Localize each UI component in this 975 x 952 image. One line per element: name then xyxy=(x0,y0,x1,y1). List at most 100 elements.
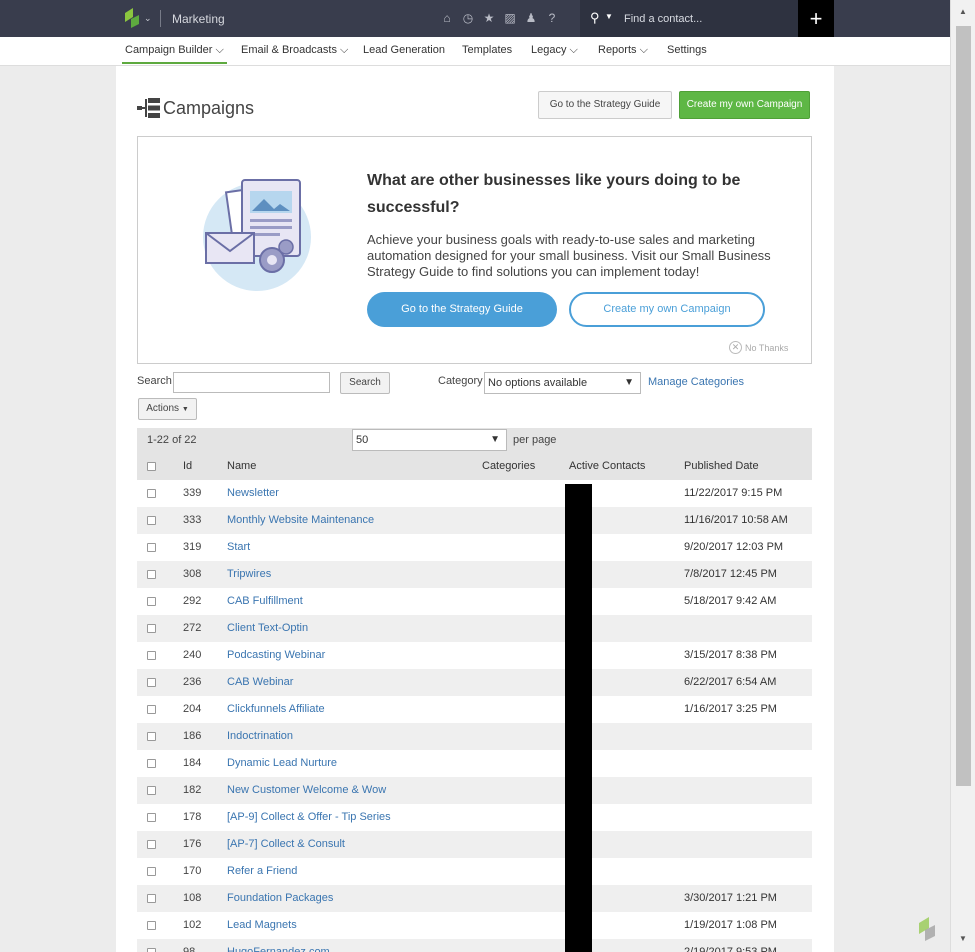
home-icon[interactable]: ⌂ xyxy=(439,11,455,25)
quick-add-button[interactable]: + xyxy=(798,0,834,37)
campaign-name-link[interactable]: Foundation Packages xyxy=(227,892,333,904)
campaign-search-input[interactable] xyxy=(173,372,330,393)
row-id: 178 xyxy=(183,811,202,823)
campaign-name-link[interactable]: HugoFernandez.com xyxy=(227,946,330,952)
campaign-name-link[interactable]: Clickfunnels Affiliate xyxy=(227,703,325,715)
row-checkbox[interactable] xyxy=(147,489,156,498)
column-id[interactable]: Id xyxy=(183,460,192,472)
row-id: 339 xyxy=(183,487,202,499)
row-checkbox[interactable] xyxy=(147,813,156,822)
campaign-name-link[interactable]: [AP-7] Collect & Consult xyxy=(227,838,345,850)
campaign-name-link[interactable]: Lead Magnets xyxy=(227,919,297,931)
column-published-date[interactable]: Published Date xyxy=(684,460,759,472)
search-caret-icon[interactable]: ▼ xyxy=(605,12,613,21)
row-checkbox[interactable] xyxy=(147,678,156,687)
row-checkbox[interactable] xyxy=(147,651,156,660)
campaign-table-body: 339 Newsletter 11/22/2017 9:15 PM 333 Monthl… xyxy=(137,480,812,952)
nav-settings[interactable]: Settings xyxy=(667,44,707,56)
row-id: 184 xyxy=(183,757,202,769)
scroll-down-icon[interactable]: ▼ xyxy=(959,934,967,943)
row-published-date: 11/22/2017 9:15 PM xyxy=(684,487,783,499)
actions-label: Actions xyxy=(146,403,180,414)
campaign-name-link[interactable]: Monthly Website Maintenance xyxy=(227,514,374,526)
history-icon[interactable]: ◷ xyxy=(460,11,476,25)
campaign-name-link[interactable]: CAB Fulfillment xyxy=(227,595,303,607)
nav-email-broadcasts[interactable]: Email & Broadcasts ⌵ xyxy=(241,44,348,57)
row-checkbox[interactable] xyxy=(147,597,156,606)
app-switcher-chevron-icon[interactable]: ⌄ xyxy=(144,13,152,24)
row-checkbox[interactable] xyxy=(147,786,156,795)
campaign-name-link[interactable]: Refer a Friend xyxy=(227,865,297,877)
app-logo-icon[interactable] xyxy=(125,8,139,28)
row-published-date: 1/19/2017 1:08 PM xyxy=(684,919,777,931)
manage-categories-link[interactable]: Manage Categories xyxy=(648,376,744,388)
column-active-contacts[interactable]: Active Contacts xyxy=(569,460,645,472)
table-row: 333 Monthly Website Maintenance 11/16/2017… xyxy=(137,507,812,534)
row-checkbox[interactable] xyxy=(147,543,156,552)
campaign-name-link[interactable]: Podcasting Webinar xyxy=(227,649,325,661)
per-page-select[interactable]: 50 ▼ xyxy=(352,429,507,451)
row-id: 308 xyxy=(183,568,202,580)
strategy-guide-button[interactable]: Go to the Strategy Guide xyxy=(538,91,672,119)
row-id: 176 xyxy=(183,838,202,850)
scroll-thumb[interactable] xyxy=(956,26,971,786)
help-icon[interactable]: ? xyxy=(544,11,560,25)
create-campaign-button[interactable]: Create my own Campaign xyxy=(679,91,810,119)
row-checkbox[interactable] xyxy=(147,570,156,579)
row-checkbox[interactable] xyxy=(147,732,156,741)
select-all-checkbox[interactable] xyxy=(147,462,156,471)
row-checkbox[interactable] xyxy=(147,705,156,714)
promo-strategy-guide-button[interactable]: Go to the Strategy Guide xyxy=(367,292,557,327)
row-checkbox[interactable] xyxy=(147,516,156,525)
strategy-promo-panel: What are other businesses like yours doi… xyxy=(137,136,812,364)
nav-lead-generation[interactable]: Lead Generation xyxy=(363,44,445,56)
nav-legacy[interactable]: Legacy ⌵ xyxy=(531,44,578,57)
nav-reports[interactable]: Reports ⌵ xyxy=(598,44,648,57)
actions-button[interactable]: Actions ▼ xyxy=(138,398,197,420)
row-published-date: 9/20/2017 12:03 PM xyxy=(684,541,784,553)
table-row: 319 Start 9/20/2017 12:03 PM xyxy=(137,534,812,561)
star-icon[interactable]: ★ xyxy=(481,11,497,25)
no-thanks-link[interactable]: ✕ No Thanks xyxy=(729,341,788,354)
row-published-date: 6/22/2017 6:54 AM xyxy=(684,676,777,688)
row-checkbox[interactable] xyxy=(147,624,156,633)
row-checkbox[interactable] xyxy=(147,840,156,849)
row-checkbox[interactable] xyxy=(147,759,156,768)
row-id: 204 xyxy=(183,703,202,715)
campaign-name-link[interactable]: Client Text-Optin xyxy=(227,622,308,634)
table-row: 272 Client Text-Optin xyxy=(137,615,812,642)
contact-search[interactable]: ⚲ ▼ Find a contact... xyxy=(580,0,798,37)
puzzle-icon[interactable]: ▨ xyxy=(502,11,518,25)
page-title: Campaigns xyxy=(163,98,255,118)
row-id: 102 xyxy=(183,919,202,931)
search-icon[interactable]: ⚲ xyxy=(590,10,600,26)
column-name[interactable]: Name xyxy=(227,460,256,472)
promo-illustration-icon xyxy=(203,179,311,291)
row-published-date: 3/15/2017 8:38 PM xyxy=(684,649,777,661)
campaign-name-link[interactable]: CAB Webinar xyxy=(227,676,293,688)
search-button[interactable]: Search xyxy=(340,372,390,394)
person-icon[interactable]: ♟ xyxy=(523,11,539,25)
page-scrollbar[interactable]: ▲ ▼ xyxy=(950,0,975,952)
campaign-name-link[interactable]: [AP-9] Collect & Offer - Tip Series xyxy=(227,811,391,823)
row-checkbox[interactable] xyxy=(147,867,156,876)
column-categories[interactable]: Categories xyxy=(482,460,535,472)
campaign-name-link[interactable]: New Customer Welcome & Wow xyxy=(227,784,386,796)
campaign-name-link[interactable]: Indoctrination xyxy=(227,730,293,742)
category-select[interactable]: No options available ▼ xyxy=(484,372,641,394)
campaign-name-link[interactable]: Dynamic Lead Nurture xyxy=(227,757,337,769)
table-row: 186 Indoctrination xyxy=(137,723,812,750)
row-checkbox[interactable] xyxy=(147,948,156,952)
promo-create-campaign-button[interactable]: Create my own Campaign xyxy=(569,292,765,327)
contact-search-input[interactable]: Find a contact... xyxy=(624,13,702,25)
row-checkbox[interactable] xyxy=(147,894,156,903)
campaign-name-link[interactable]: Newsletter xyxy=(227,487,279,499)
list-pagination-bar: 1-22 of 22 50 ▼ per page xyxy=(137,428,812,453)
campaign-name-link[interactable]: Tripwires xyxy=(227,568,271,580)
nav-templates[interactable]: Templates xyxy=(462,44,512,56)
campaign-flow-icon xyxy=(137,98,160,118)
scroll-up-icon[interactable]: ▲ xyxy=(959,7,967,16)
campaign-name-link[interactable]: Start xyxy=(227,541,250,553)
nav-campaign-builder[interactable]: Campaign Builder ⌵ xyxy=(122,44,227,64)
row-checkbox[interactable] xyxy=(147,921,156,930)
